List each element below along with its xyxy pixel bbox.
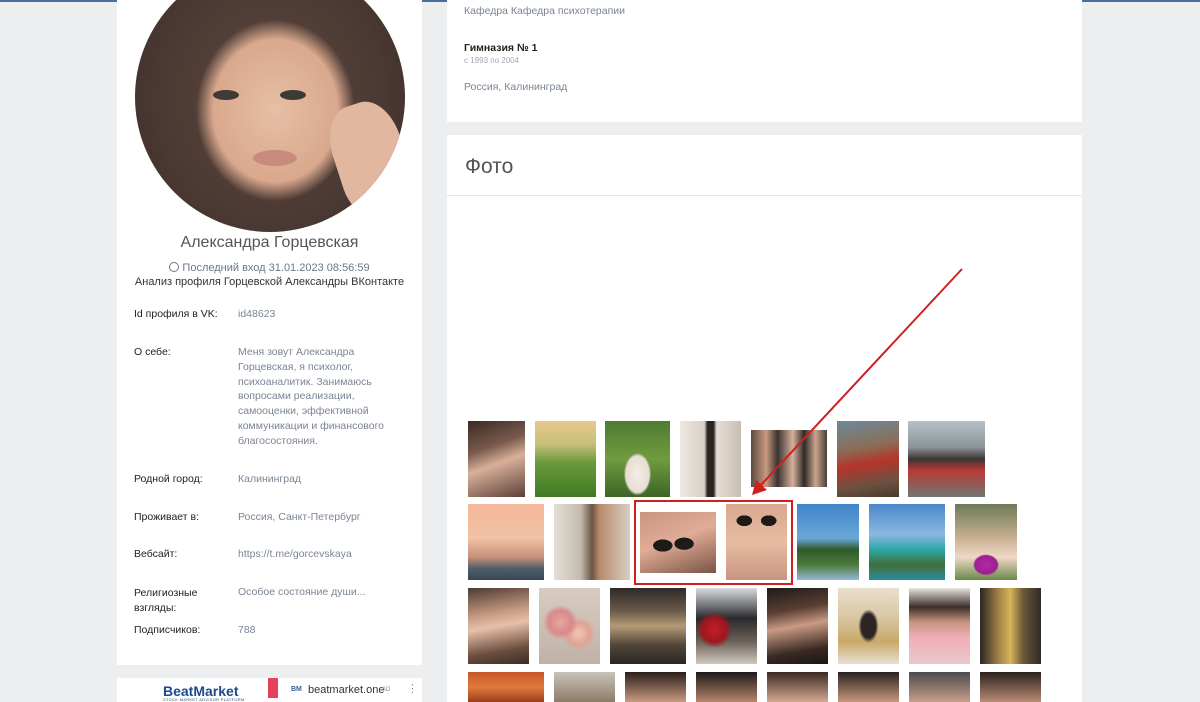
- arrow-line: [759, 268, 963, 487]
- annotation-arrow: [752, 268, 963, 495]
